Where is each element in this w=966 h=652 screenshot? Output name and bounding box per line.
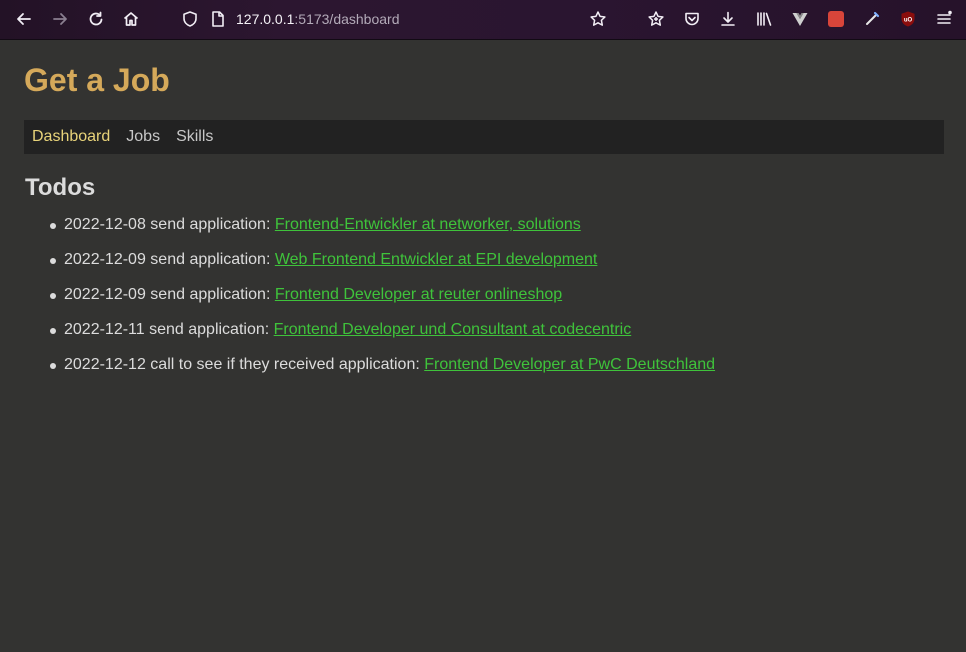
- reload-icon[interactable]: [84, 7, 108, 31]
- todo-job-link[interactable]: Frontend-Entwickler at networker, soluti…: [275, 216, 581, 233]
- nav-link-dashboard[interactable]: Dashboard: [32, 128, 110, 146]
- todo-date: 2022-12-12: [64, 356, 146, 373]
- todo-item: 2022-12-09 send application: Frontend De…: [48, 286, 944, 321]
- todo-job-link[interactable]: Web Frontend Entwickler at EPI developme…: [275, 251, 598, 268]
- home-icon[interactable]: [119, 7, 143, 31]
- pocket-icon[interactable]: [680, 7, 704, 31]
- shield-icon[interactable]: [178, 7, 202, 31]
- back-arrow-icon[interactable]: [12, 7, 36, 31]
- url-text[interactable]: 127.0.0.1:5173/dashboard: [236, 11, 399, 27]
- todo-item: 2022-12-09 send application: Web Fronten…: [48, 251, 944, 286]
- todo-item: 2022-12-11 send application: Frontend De…: [48, 321, 944, 356]
- browser-toolbar: 127.0.0.1:5173/dashboard uO: [0, 0, 966, 40]
- library-icon[interactable]: [752, 7, 776, 31]
- todo-job-link[interactable]: Frontend Developer und Consultant at cod…: [274, 321, 632, 338]
- todo-action: send application:: [150, 251, 271, 268]
- forward-arrow-icon[interactable]: [48, 7, 72, 31]
- download-icon[interactable]: [716, 7, 740, 31]
- star-add-icon[interactable]: [644, 7, 668, 31]
- url-bar[interactable]: 127.0.0.1:5173/dashboard: [172, 4, 622, 34]
- todo-job-link[interactable]: Frontend Developer at PwC Deutschland: [424, 356, 715, 373]
- app-title: Get a Job: [24, 62, 170, 98]
- todo-date: 2022-12-09: [64, 251, 146, 268]
- todo-date: 2022-12-09: [64, 286, 146, 303]
- todo-list: 2022-12-08 send application: Frontend-En…: [24, 216, 944, 391]
- nav-link-skills[interactable]: Skills: [176, 128, 213, 146]
- color-picker-icon[interactable]: [860, 7, 884, 31]
- svg-text:uO: uO: [904, 18, 913, 24]
- todo-date: 2022-12-08: [64, 216, 146, 233]
- todo-job-link[interactable]: Frontend Developer at reuter onlineshop: [275, 286, 562, 303]
- url-host: 127.0.0.1: [236, 11, 295, 27]
- todos-heading: Todos: [25, 174, 96, 201]
- todo-action: call to see if they received application…: [150, 356, 420, 373]
- menu-icon[interactable]: [932, 7, 956, 31]
- todo-date: 2022-12-11: [64, 321, 145, 338]
- ublock-origin-icon[interactable]: uO: [896, 7, 920, 31]
- todo-action: send application:: [150, 216, 271, 233]
- todo-item: 2022-12-12 call to see if they received …: [48, 356, 944, 391]
- url-path: :5173/dashboard: [294, 11, 400, 27]
- todo-action: send application:: [150, 286, 271, 303]
- main-nav: Dashboard Jobs Skills: [24, 120, 944, 154]
- extension-icon[interactable]: [824, 7, 848, 31]
- todo-action: send application:: [149, 321, 270, 338]
- page-content: Get a Job Dashboard Jobs Skills Todos 20…: [0, 40, 966, 391]
- page-icon[interactable]: [206, 7, 230, 31]
- bookmark-star-icon[interactable]: [586, 7, 610, 31]
- vue-devtools-icon[interactable]: [788, 7, 812, 31]
- todo-item: 2022-12-08 send application: Frontend-En…: [48, 216, 944, 251]
- nav-link-jobs[interactable]: Jobs: [126, 128, 160, 146]
